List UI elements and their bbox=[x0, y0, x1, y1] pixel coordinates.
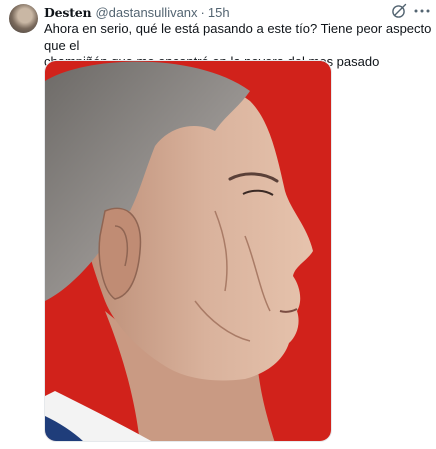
display-name[interactable]: Desten bbox=[44, 5, 92, 20]
avatar[interactable] bbox=[9, 4, 38, 33]
tweet-photo[interactable] bbox=[44, 60, 332, 442]
tweet: Desten @dastansullivanx · 15h Ahora en s… bbox=[0, 0, 436, 449]
more-icon[interactable] bbox=[413, 4, 431, 18]
separator-dot: · bbox=[200, 4, 205, 20]
timestamp[interactable]: 15h bbox=[208, 5, 230, 20]
grok-icon[interactable] bbox=[391, 3, 407, 19]
tweet-header: Desten @dastansullivanx · 15h bbox=[44, 3, 230, 21]
user-handle[interactable]: @dastansullivanx bbox=[95, 5, 197, 20]
